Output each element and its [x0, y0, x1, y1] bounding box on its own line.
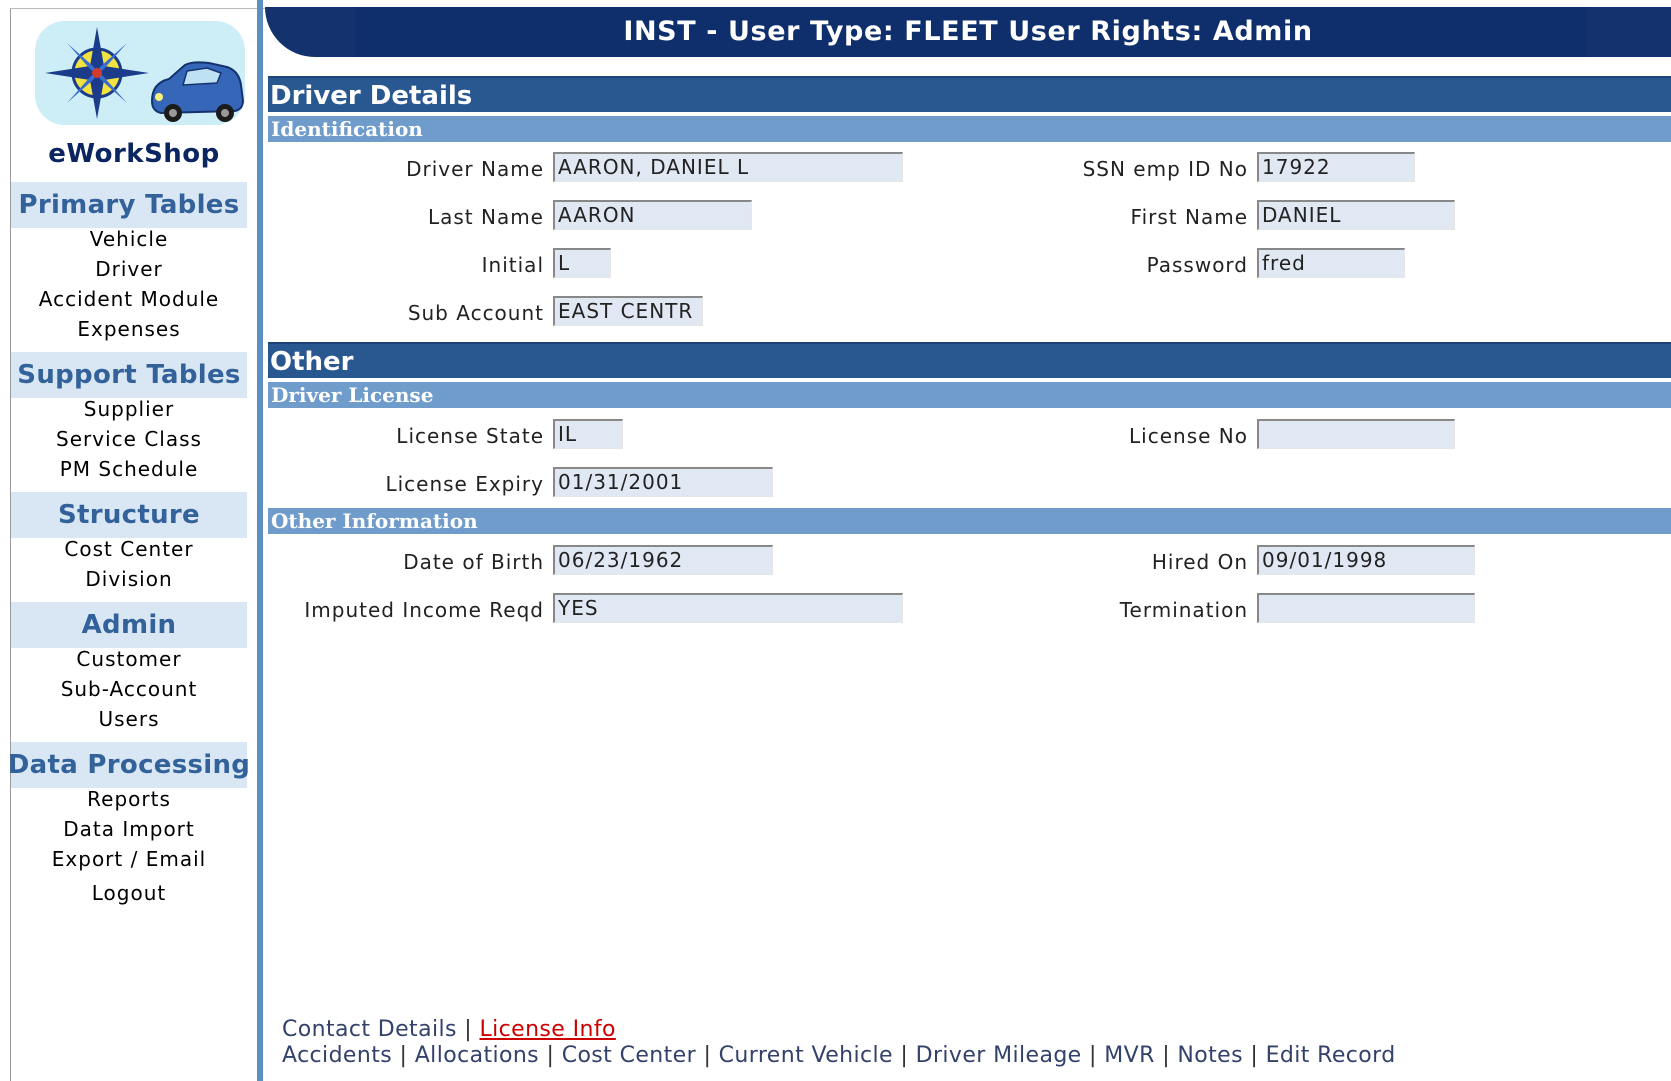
license-state-field[interactable]: IL	[553, 419, 623, 449]
sub-account-field[interactable]: EAST CENTR	[553, 296, 703, 326]
link-accidents[interactable]: Accidents	[282, 1043, 392, 1068]
app-logo[interactable]	[35, 21, 245, 125]
section-identification: Identification	[268, 116, 1671, 142]
sidebar-item-service-class[interactable]: Service Class	[11, 427, 247, 451]
compass-car-icon	[35, 21, 245, 125]
link-cost-center[interactable]: Cost Center	[562, 1043, 696, 1068]
separator: |	[1162, 1043, 1170, 1068]
initial-field[interactable]: L	[553, 248, 611, 278]
sidebar-item-users[interactable]: Users	[11, 707, 247, 731]
sidebar-section-admin: Admin	[11, 602, 247, 648]
separator: |	[399, 1043, 408, 1068]
sidebar-item-customer[interactable]: Customer	[11, 647, 247, 671]
sub-account-label: Sub Account	[407, 301, 544, 325]
sidebar: eWorkShop Primary Tables Vehicle Driver …	[8, 9, 257, 1081]
separator: |	[1250, 1043, 1259, 1068]
header-title: INST - User Type: FLEET User Rights: Adm…	[623, 16, 1313, 47]
sidebar-item-cost-center[interactable]: Cost Center	[11, 537, 247, 561]
separator: |	[464, 1017, 473, 1042]
separator: |	[546, 1043, 555, 1068]
termination-field[interactable]	[1257, 593, 1475, 623]
license-expiry-label: License Expiry	[385, 472, 544, 496]
link-notes[interactable]: Notes	[1177, 1043, 1243, 1068]
password-field[interactable]: fred	[1257, 248, 1405, 278]
sidebar-item-sub-account[interactable]: Sub-Account	[11, 677, 247, 701]
initial-label: Initial	[481, 253, 544, 277]
imputed-income-label: Imputed Income Reqd	[304, 598, 544, 622]
footer-links-row2: Accidents | Allocations | Cost Center | …	[282, 1043, 1396, 1068]
date-of-birth-label: Date of Birth	[403, 550, 544, 574]
password-label: Password	[1146, 253, 1248, 277]
sidebar-item-supplier[interactable]: Supplier	[11, 397, 247, 421]
hired-on-label: Hired On	[1151, 550, 1248, 574]
link-allocations[interactable]: Allocations	[415, 1043, 539, 1068]
footer-links-row1: Contact Details | License Info	[282, 1017, 616, 1042]
imputed-income-field[interactable]: YES	[553, 593, 903, 623]
link-driver-mileage[interactable]: Driver Mileage	[916, 1043, 1082, 1068]
first-name-label: First Name	[1130, 205, 1248, 229]
link-contact-details[interactable]: Contact Details	[282, 1017, 457, 1042]
sidebar-section-support-tables: Support Tables	[11, 352, 247, 398]
license-expiry-field[interactable]: 01/31/2001	[553, 467, 773, 497]
section-driver-license: Driver License	[268, 382, 1671, 408]
license-no-field[interactable]	[1257, 419, 1455, 449]
link-edit-record[interactable]: Edit Record	[1266, 1043, 1396, 1068]
sidebar-section-structure: Structure	[11, 492, 247, 538]
separator: |	[703, 1043, 712, 1068]
header-bar: INST - User Type: FLEET User Rights: Adm…	[265, 7, 1671, 57]
sidebar-section-data-processing: Data Processing	[8, 742, 250, 788]
sidebar-item-data-import[interactable]: Data Import	[11, 817, 247, 841]
page-title: Driver Details	[268, 76, 1671, 112]
sidebar-item-export-email[interactable]: Export / Email	[11, 847, 247, 871]
date-of-birth-field[interactable]: 06/23/1962	[553, 545, 773, 575]
termination-label: Termination	[1119, 598, 1248, 622]
sidebar-item-logout[interactable]: Logout	[11, 881, 247, 905]
sidebar-item-expenses[interactable]: Expenses	[11, 317, 247, 341]
link-current-vehicle[interactable]: Current Vehicle	[719, 1043, 893, 1068]
link-mvr[interactable]: MVR	[1104, 1043, 1155, 1068]
driver-name-label: Driver Name	[406, 157, 544, 181]
app-name: eWorkShop	[48, 139, 220, 169]
last-name-field[interactable]: AARON	[553, 200, 752, 230]
separator: |	[1089, 1043, 1097, 1068]
ssn-label: SSN emp ID No	[1082, 157, 1248, 181]
section-other-information: Other Information	[268, 508, 1671, 534]
last-name-label: Last Name	[427, 205, 544, 229]
license-state-label: License State	[396, 424, 544, 448]
separator: |	[900, 1043, 909, 1068]
sidebar-item-pm-schedule[interactable]: PM Schedule	[11, 457, 247, 481]
hired-on-field[interactable]: 09/01/1998	[1257, 545, 1475, 575]
sidebar-item-vehicle[interactable]: Vehicle	[11, 227, 247, 251]
sidebar-section-primary-tables: Primary Tables	[11, 182, 247, 228]
license-no-label: License No	[1129, 424, 1248, 448]
sidebar-divider	[257, 0, 263, 1081]
driver-name-field[interactable]: AARON, DANIEL L	[553, 152, 903, 182]
first-name-field[interactable]: DANIEL	[1257, 200, 1455, 230]
ssn-field[interactable]: 17922	[1257, 152, 1415, 182]
sidebar-item-driver[interactable]: Driver	[11, 257, 247, 281]
section-other: Other	[268, 342, 1671, 378]
sidebar-item-reports[interactable]: Reports	[11, 787, 247, 811]
link-license-info[interactable]: License Info	[479, 1017, 615, 1042]
sidebar-item-accident-module[interactable]: Accident Module	[11, 287, 247, 311]
sidebar-item-division[interactable]: Division	[11, 567, 247, 591]
